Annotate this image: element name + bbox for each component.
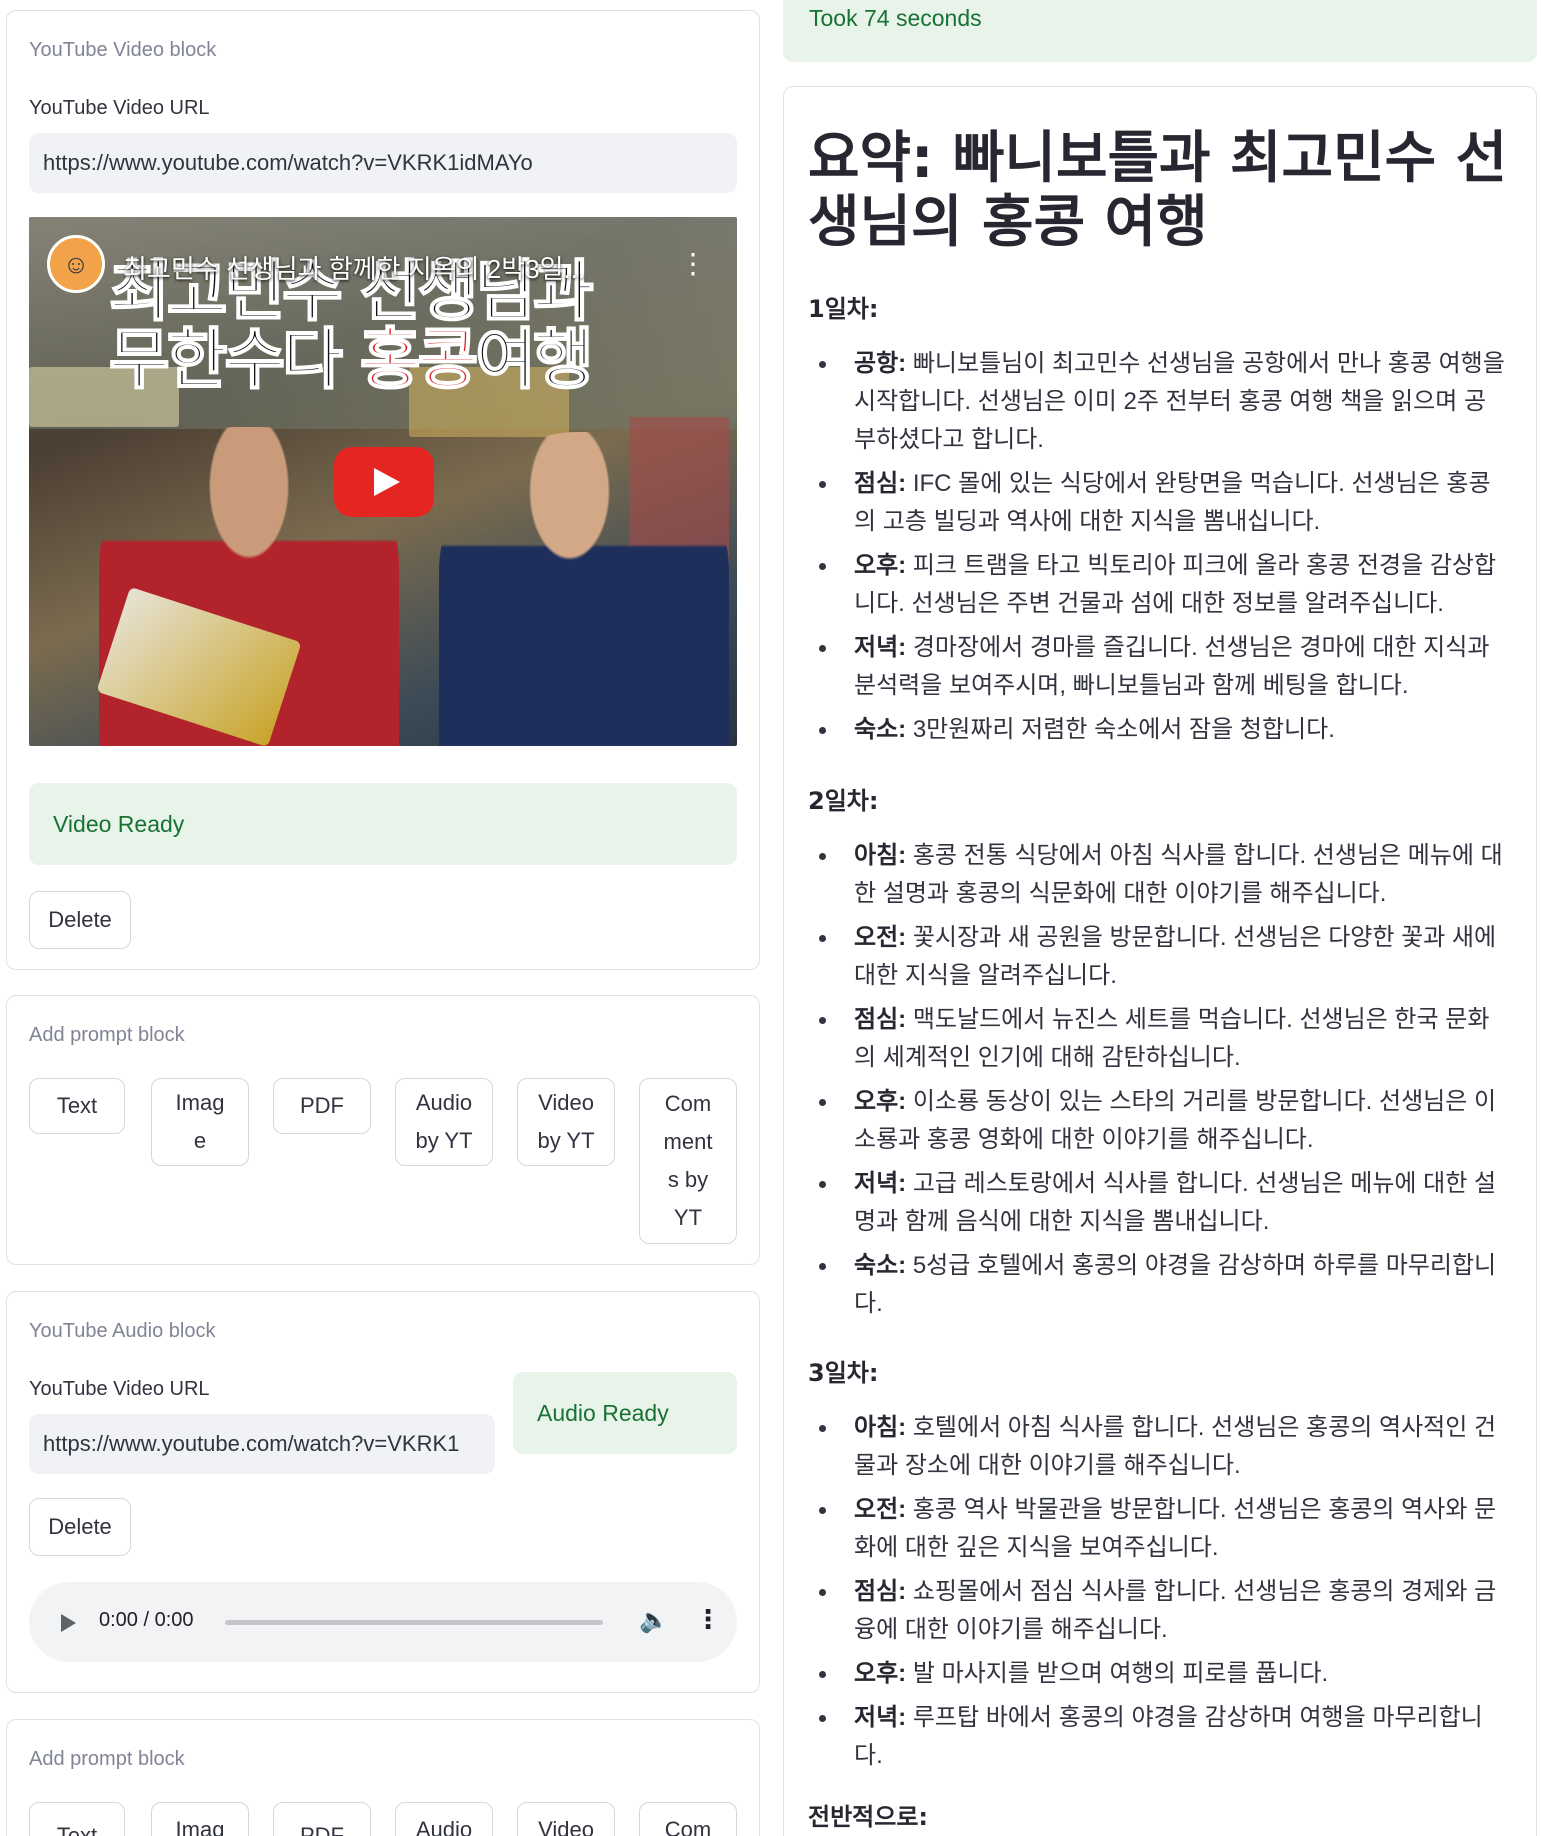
add-prompt-block: Add prompt block Text Imag PDF Audio Vid… [6,1719,760,1836]
list-item: 아침: 호텔에서 아침 식사를 합니다. 선생님은 홍콩의 역사적인 건물과 장… [808,1409,1508,1485]
audio-time: 0:00 / 0:00 [99,1609,194,1631]
day-3-label: 3일차: [808,1359,879,1387]
add-prompt-block: Add prompt block Text Imag e PDF Audio b… [6,995,760,1265]
video-player[interactable]: 최고민수 선생님과 무한수다 홍콩여행 ☺ 최고민수 선생님과 함께한 지옥의 … [29,217,737,746]
list-item: 오전: 꽃시장과 새 공원을 방문합니다. 선생님은 다양한 꽃과 새에 대한 … [808,919,1508,995]
more-options-icon[interactable]: ⋮ [679,247,707,280]
summary-output: 요약: 빠니보틀과 최고민수 선생님의 홍콩 여행 1일차: 공항: 빠니보틀님… [783,86,1537,1836]
audio-seek-bar[interactable] [225,1620,603,1625]
block-title: Add prompt block [29,1748,185,1770]
url-label: YouTube Video URL [29,1378,210,1400]
elapsed-time-status: Took 74 seconds [783,0,1537,62]
add-video-by-yt-button[interactable]: Video by YT [517,1078,615,1166]
list-item: 오전: 홍콩 역사 박물관을 방문합니다. 선생님은 홍콩의 역사와 문화에 대… [808,1491,1508,1567]
volume-icon[interactable]: 🔈 [639,1606,669,1635]
list-item: 오후: 발 마사지를 받으며 여행의 피로를 풉니다. [808,1655,1508,1693]
list-item: 저녁: 고급 레스토랑에서 식사를 합니다. 선생님은 메뉴에 대한 설명과 함… [808,1165,1508,1241]
add-image-button[interactable]: Imag e [151,1078,249,1166]
headline-part-highlight: 홍콩 [359,321,479,398]
list-item: 저녁: 루프탑 바에서 홍콩의 야경을 감상하며 여행을 마무리합니다. [808,1699,1508,1775]
list-item: 숙소: 3만원짜리 저렴한 숙소에서 잠을 청합니다. [808,711,1508,749]
play-button-icon[interactable] [334,447,434,517]
person-right [439,432,729,746]
day-1-list: 공항: 빠니보틀님이 최고민수 선생님을 공항에서 만나 홍콩 여행을 시작합니… [808,345,1508,755]
video-title[interactable]: 최고민수 선생님과 함께한 지옥의 2박3일... [123,249,585,286]
delete-button[interactable]: Delete [29,1498,131,1556]
play-icon[interactable] [61,1614,76,1632]
headline-part: 무한수다 [108,321,360,398]
delete-button[interactable]: Delete [29,891,131,949]
block-title: Add prompt block [29,1024,185,1046]
add-comments-by-yt-button[interactable]: Com [639,1802,737,1836]
list-item: 점심: IFC 몰에 있는 식당에서 완탕면을 먹습니다. 선생님은 홍콩의 고… [808,465,1508,541]
day-3-list: 아침: 호텔에서 아침 식사를 합니다. 선생님은 홍콩의 역사적인 건물과 장… [808,1409,1508,1781]
summary-heading: 요약: 빠니보틀과 최고민수 선생님의 홍콩 여행 [808,126,1508,255]
audio-ready-status: Audio Ready [513,1372,737,1454]
add-video-by-yt-button[interactable]: Video [517,1802,615,1836]
audio-player[interactable]: 0:00 / 0:00 🔈 ⋮ [29,1582,737,1662]
add-audio-by-yt-button[interactable]: Audio by YT [395,1078,493,1166]
day-2-list: 아침: 홍콩 전통 식당에서 아침 식사를 합니다. 선생님은 메뉴에 대한 설… [808,837,1508,1329]
youtube-url-input[interactable]: https://www.youtube.com/watch?v=VKRK1 [29,1414,495,1474]
day-2-label: 2일차: [808,787,879,815]
youtube-video-block: YouTube Video block YouTube Video URL ht… [6,10,760,970]
list-item: 숙소: 5성급 호텔에서 홍콩의 야경을 감상하며 하루를 마무리합니다. [808,1247,1508,1323]
overall-label: 전반적으로: [808,1803,928,1831]
add-comments-by-yt-button[interactable]: Com ment s by YT [639,1078,737,1244]
add-text-button[interactable]: Text [29,1078,125,1134]
list-item: 점심: 맥도날드에서 뉴진스 세트를 먹습니다. 선생님은 한국 문화의 세계적… [808,1001,1508,1077]
list-item: 오후: 피크 트램을 타고 빅토리아 피크에 올라 홍콩 전경을 감상합니다. … [808,547,1508,623]
video-ready-status: Video Ready [29,783,737,865]
add-audio-by-yt-button[interactable]: Audio [395,1802,493,1836]
block-title: YouTube Video block [29,39,217,61]
list-item: 공항: 빠니보틀님이 최고민수 선생님을 공항에서 만나 홍콩 여행을 시작합니… [808,345,1508,459]
list-item: 저녁: 경마장에서 경마를 즐깁니다. 선생님은 경마에 대한 지식과 분석력을… [808,629,1508,705]
youtube-audio-block: YouTube Audio block YouTube Video URL ht… [6,1291,760,1693]
list-item: 점심: 쇼핑몰에서 점심 식사를 합니다. 선생님은 홍콩의 경제와 금융에 대… [808,1573,1508,1649]
list-item: 아침: 홍콩 전통 식당에서 아침 식사를 합니다. 선생님은 메뉴에 대한 설… [808,837,1508,913]
more-options-icon[interactable]: ⋮ [695,1604,721,1635]
add-pdf-button[interactable]: PDF [273,1802,371,1836]
youtube-url-input[interactable]: https://www.youtube.com/watch?v=VKRK1idM… [29,133,737,193]
block-title: YouTube Audio block [29,1320,216,1342]
add-image-button[interactable]: Imag [151,1802,249,1836]
day-1-label: 1일차: [808,295,879,323]
add-pdf-button[interactable]: PDF [273,1078,371,1134]
headline-part: 여행 [474,321,594,398]
add-text-button[interactable]: Text [29,1802,125,1836]
channel-avatar-icon[interactable]: ☺ [47,235,105,293]
thumbnail-headline-line2: 무한수다 홍콩여행 [108,326,595,394]
url-label: YouTube Video URL [29,97,210,119]
list-item: 오후: 이소룡 동상이 있는 스타의 거리를 방문합니다. 선생님은 이소룡과 … [808,1083,1508,1159]
